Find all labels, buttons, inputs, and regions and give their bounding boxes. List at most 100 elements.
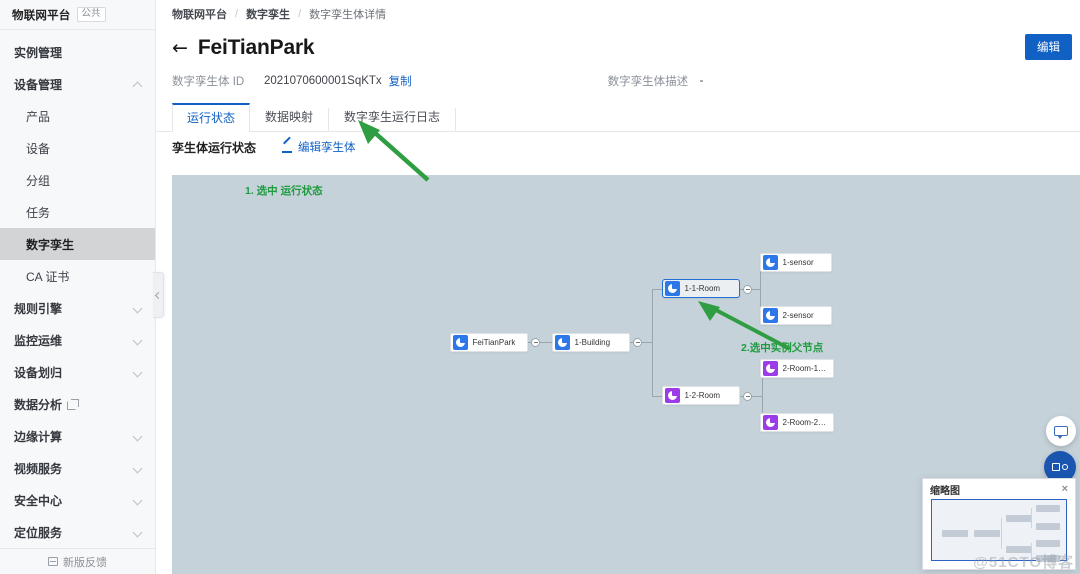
chevron-down-icon bbox=[133, 335, 143, 345]
sidebar-collapse-handle[interactable] bbox=[153, 272, 164, 318]
tree-node-2-room-1-sensor[interactable]: 2-Room-1-Sensor bbox=[760, 359, 834, 378]
minimap-node bbox=[974, 530, 1000, 537]
breadcrumb-separator: / bbox=[235, 8, 239, 20]
twin-tree-canvas[interactable]: FeiTianPark 1-Building 1-1-Room 1-2-Room… bbox=[172, 175, 1080, 574]
tree-node-1-1-room[interactable]: 1-1-Room bbox=[662, 279, 740, 298]
brand-name: 物联网平台 bbox=[12, 9, 71, 22]
external-link-icon bbox=[67, 398, 80, 410]
tree-node-label: 2-sensor bbox=[782, 311, 814, 320]
minimap-node bbox=[1036, 505, 1060, 512]
minimap-node bbox=[1036, 540, 1060, 547]
minimap-node bbox=[1006, 515, 1032, 522]
tree-node-label: FeiTianPark bbox=[472, 338, 516, 347]
tree-node-label: 1-sensor bbox=[782, 258, 814, 267]
breadcrumb-item-platform[interactable]: 物联网平台 bbox=[172, 6, 227, 22]
twin-node-icon bbox=[762, 255, 778, 270]
tab-bar: 运行状态 数据映射 数字孪生运行日志 bbox=[156, 102, 1080, 132]
sidebar-item-label: 监控运维 bbox=[14, 333, 63, 348]
sidebar-brand[interactable]: 物联网平台 公共 bbox=[0, 0, 155, 30]
sidebar-item-label: 设备 bbox=[26, 141, 51, 156]
minimap-edge bbox=[1031, 508, 1032, 528]
tree-node-feitianpark[interactable]: FeiTianPark bbox=[450, 333, 528, 352]
sidebar: 物联网平台 公共 实例管理 设备管理 产品 设备 分组 任务 数字孪生 CA 证… bbox=[0, 0, 164, 574]
chat-fab[interactable] bbox=[1046, 416, 1076, 446]
tab-runtime-log[interactable]: 数字孪生运行日志 bbox=[329, 102, 455, 131]
sidebar-item-label: 安全中心 bbox=[14, 493, 63, 508]
chevron-down-icon bbox=[133, 495, 143, 505]
twin-node-icon bbox=[452, 335, 468, 350]
twin-desc-value: - bbox=[699, 75, 704, 87]
sidebar-item-groups[interactable]: 分组 bbox=[0, 164, 155, 196]
chevron-down-icon bbox=[133, 527, 143, 537]
annotation-2-label: 2.选中实例父节点 bbox=[741, 342, 824, 354]
tree-node-label: 1-1-Room bbox=[684, 284, 721, 293]
twin-node-icon bbox=[664, 388, 680, 403]
tree-edge bbox=[652, 289, 653, 396]
copy-button[interactable]: 复制 bbox=[389, 73, 412, 89]
arrow-left-icon[interactable]: ← bbox=[172, 38, 188, 58]
breadcrumb-item-digital-twin[interactable]: 数字孪生 bbox=[246, 6, 290, 22]
sidebar-item-label: 设备管理 bbox=[14, 77, 63, 92]
chevron-down-icon bbox=[133, 367, 143, 377]
minimap-node bbox=[1006, 546, 1032, 553]
breadcrumb-item-current: 数字孪生体详情 bbox=[309, 9, 387, 21]
tree-collapse-toggle[interactable] bbox=[743, 392, 752, 401]
sidebar-item-edge-computing[interactable]: 边缘计算 bbox=[0, 420, 155, 452]
sidebar-item-location-service[interactable]: 定位服务 bbox=[0, 516, 155, 548]
sidebar-item-label-wrap: 数据分析 bbox=[14, 396, 143, 413]
twin-node-icon bbox=[762, 361, 778, 376]
sidebar-item-video-service[interactable]: 视频服务 bbox=[0, 452, 155, 484]
twin-id-label: 数字孪生体 ID bbox=[172, 76, 245, 88]
sidebar-item-monitor-ops[interactable]: 监控运维 bbox=[0, 324, 155, 356]
chevron-down-icon bbox=[133, 463, 143, 473]
tab-data-mapping[interactable]: 数据映射 bbox=[250, 102, 328, 131]
shapes-icon bbox=[1052, 463, 1060, 471]
sidebar-item-rule-engine[interactable]: 规则引擎 bbox=[0, 292, 155, 324]
sidebar-item-devices[interactable]: 设备 bbox=[0, 132, 155, 164]
breadcrumb-separator: / bbox=[298, 8, 302, 20]
close-icon[interactable]: × bbox=[1062, 483, 1068, 495]
tree-node-1-2-room[interactable]: 1-2-Room bbox=[662, 386, 740, 405]
feedback-icon bbox=[48, 557, 58, 566]
tree-node-label: 1-Building bbox=[574, 338, 611, 347]
sidebar-item-security-center[interactable]: 安全中心 bbox=[0, 484, 155, 516]
chevron-up-icon bbox=[133, 79, 143, 89]
minimap-viewport[interactable] bbox=[931, 499, 1067, 562]
annotation-1-label: 1. 选中 运行状态 bbox=[245, 185, 323, 197]
edit-button[interactable]: 编辑 bbox=[1025, 34, 1072, 60]
minimap-header: 缩略图 × bbox=[923, 479, 1075, 499]
tree-node-2-room-2-sensor[interactable]: 2-Room-2-Sensor bbox=[760, 413, 834, 432]
tree-collapse-toggle[interactable] bbox=[531, 338, 540, 347]
sidebar-item-ca-cert[interactable]: CA 证书 bbox=[0, 260, 155, 292]
tree-node-1-building[interactable]: 1-Building bbox=[552, 333, 630, 352]
twin-node-icon bbox=[762, 415, 778, 430]
tree-node-2-sensor[interactable]: 2-sensor bbox=[760, 306, 832, 325]
sidebar-item-device-assign[interactable]: 设备划归 bbox=[0, 356, 155, 388]
sidebar-item-label: 设备划归 bbox=[14, 365, 63, 380]
twin-node-icon bbox=[762, 308, 778, 323]
tree-collapse-toggle[interactable] bbox=[633, 338, 642, 347]
sidebar-item-device-mgmt[interactable]: 设备管理 bbox=[0, 68, 155, 100]
sidebar-item-label: 实例管理 bbox=[14, 45, 63, 60]
sidebar-item-digital-twin[interactable]: 数字孪生 bbox=[0, 228, 155, 260]
chevron-down-icon bbox=[133, 431, 143, 441]
sidebar-item-instance-mgmt[interactable]: 实例管理 bbox=[0, 36, 155, 68]
sidebar-item-products[interactable]: 产品 bbox=[0, 100, 155, 132]
sidebar-feedback[interactable]: 新版反馈 bbox=[0, 548, 155, 574]
tree-node-1-sensor[interactable]: 1-sensor bbox=[760, 253, 832, 272]
minimap-panel[interactable]: 缩略图 × bbox=[922, 478, 1076, 570]
edit-twin-button[interactable]: 编辑孪生体 bbox=[282, 139, 356, 155]
tree-node-label: 1-2-Room bbox=[684, 391, 721, 400]
tab-runtime-status[interactable]: 运行状态 bbox=[172, 103, 251, 132]
sidebar-item-data-analysis[interactable]: 数据分析 bbox=[0, 388, 155, 420]
sidebar-item-label: 任务 bbox=[26, 205, 51, 220]
chat-bubble-icon bbox=[1054, 426, 1068, 439]
sidebar-item-label: 分组 bbox=[26, 173, 51, 188]
sidebar-item-tasks[interactable]: 任务 bbox=[0, 196, 155, 228]
minimap-node bbox=[1036, 555, 1060, 562]
tree-collapse-toggle[interactable] bbox=[743, 285, 752, 294]
sidebar-item-label: 产品 bbox=[26, 109, 51, 124]
sidebar-item-label: 数字孪生 bbox=[26, 237, 75, 252]
sidebar-feedback-label: 新版反馈 bbox=[63, 556, 107, 569]
brand-badge: 公共 bbox=[76, 7, 106, 22]
